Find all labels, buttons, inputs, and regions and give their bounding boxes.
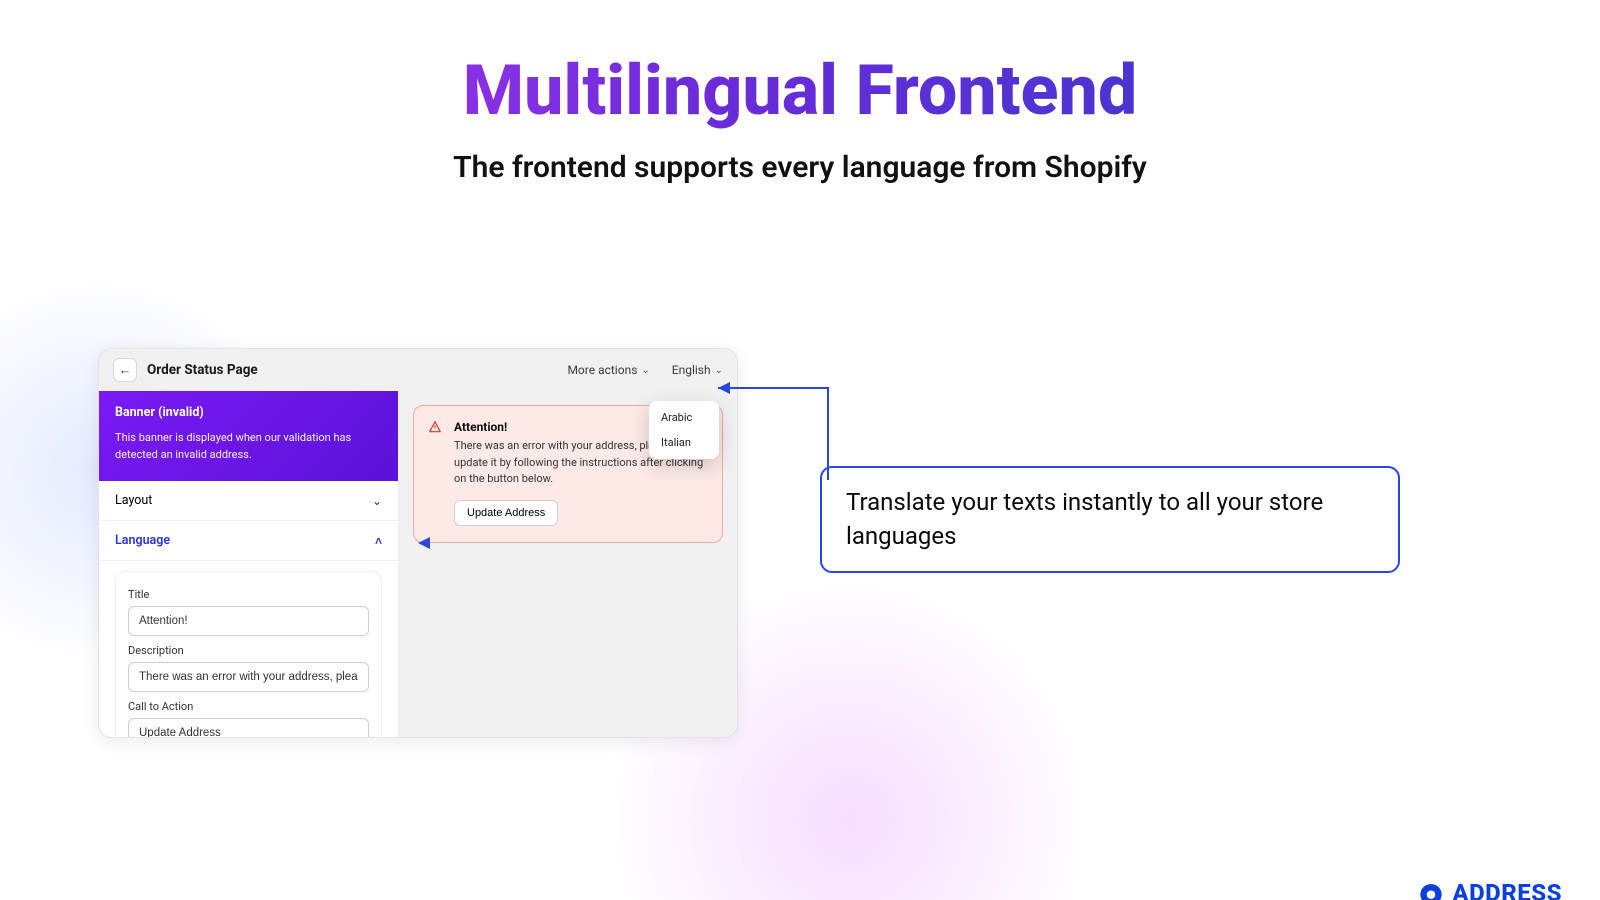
title-input[interactable] bbox=[128, 606, 369, 636]
arrow-left-icon: ← bbox=[119, 362, 132, 378]
sidebar-row-label: Language bbox=[115, 533, 170, 548]
chevron-down-icon: ⌄ bbox=[715, 365, 723, 376]
cta-input[interactable] bbox=[128, 718, 369, 738]
chevron-down-icon: ⌄ bbox=[372, 494, 382, 508]
app-title: Order Status Page bbox=[147, 362, 545, 378]
preview-pane: Attention! There was an error with your … bbox=[399, 391, 737, 737]
sidebar-row-language[interactable]: Language ˄ bbox=[99, 521, 398, 561]
back-button[interactable]: ← bbox=[113, 358, 137, 382]
title-label: Title bbox=[128, 588, 369, 601]
app-header: ← Order Status Page More actions ⌄ Engli… bbox=[99, 349, 737, 391]
banner-title: Banner (invalid) bbox=[115, 405, 382, 420]
banner-invalid: Banner (invalid) This banner is displaye… bbox=[99, 391, 398, 481]
more-actions-dropdown[interactable]: More actions ⌄ bbox=[567, 363, 649, 377]
description-input[interactable] bbox=[128, 662, 369, 692]
more-actions-label: More actions bbox=[567, 363, 637, 377]
chevron-up-icon: ˄ bbox=[375, 534, 382, 548]
update-address-button[interactable]: Update Address bbox=[454, 500, 558, 526]
banner-body: This banner is displayed when our valida… bbox=[115, 430, 382, 463]
sidebar-row-label: Layout bbox=[115, 493, 152, 508]
page-headline: Multilingual Frontend bbox=[0, 50, 1600, 132]
language-dropdown-popup: Arabic Italian bbox=[649, 401, 719, 459]
language-dropdown[interactable]: English ⌄ bbox=[672, 363, 723, 377]
chevron-down-icon: ⌄ bbox=[641, 365, 649, 376]
language-option-arabic[interactable]: Arabic bbox=[649, 405, 719, 430]
page-subhead: The frontend supports every language fro… bbox=[0, 150, 1600, 185]
callout-box: Translate your texts instantly to all yo… bbox=[820, 466, 1400, 573]
sidebar-row-layout[interactable]: Layout ⌄ bbox=[99, 481, 398, 521]
sidebar: Banner (invalid) This banner is displaye… bbox=[99, 391, 399, 737]
location-pin-icon bbox=[1418, 883, 1444, 900]
brand-logo: ADDRESS VALIDATION iO bbox=[1418, 882, 1562, 900]
language-form: Title Description Call to Action bbox=[99, 561, 398, 738]
warning-icon bbox=[428, 420, 442, 434]
language-option-italian[interactable]: Italian bbox=[649, 430, 719, 455]
description-label: Description bbox=[128, 644, 369, 657]
brand-line1: ADDRESS bbox=[1452, 882, 1562, 900]
cta-label: Call to Action bbox=[128, 700, 369, 713]
app-panel: ← Order Status Page More actions ⌄ Engli… bbox=[98, 348, 738, 738]
language-current-label: English bbox=[672, 363, 711, 377]
